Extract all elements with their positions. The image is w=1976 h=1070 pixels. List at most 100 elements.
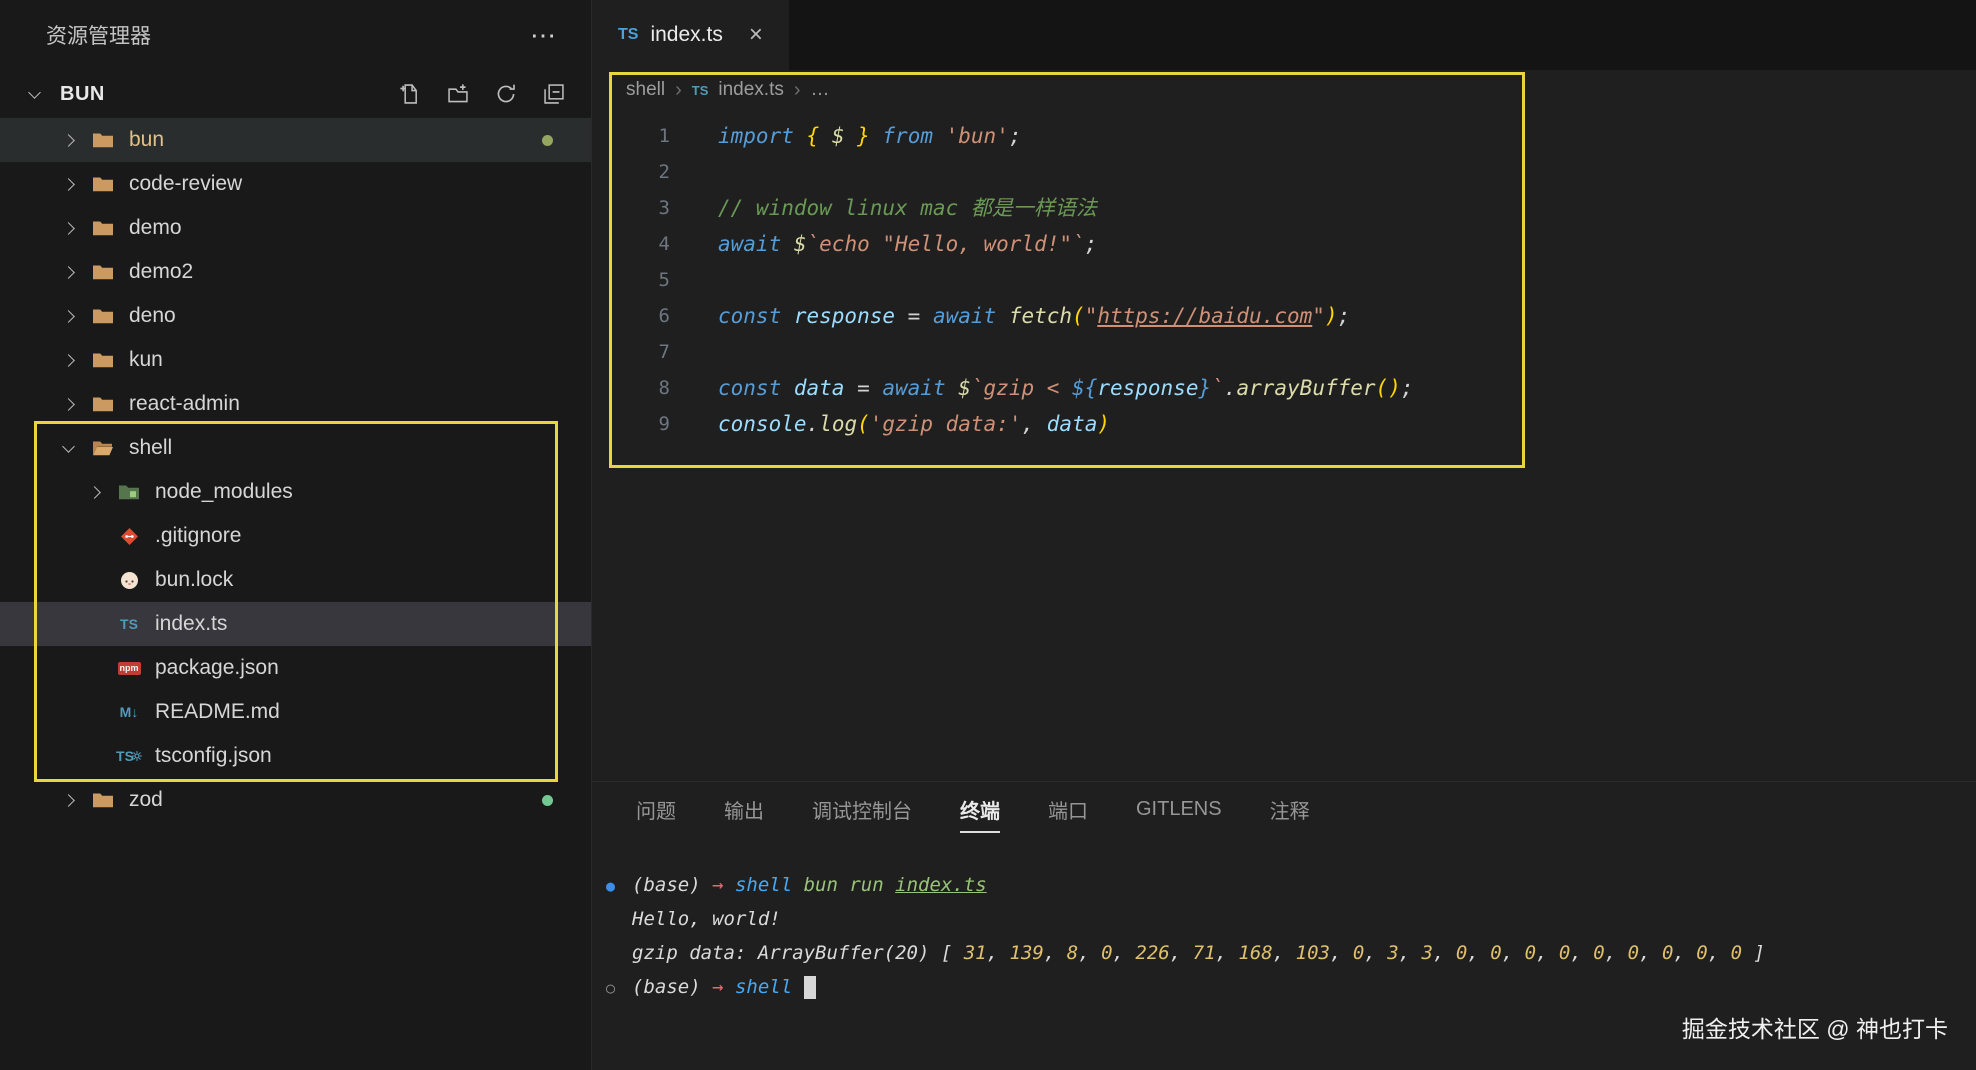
folder-icon <box>86 219 120 237</box>
git-status-dot <box>542 794 553 806</box>
breadcrumb-item[interactable]: … <box>811 79 830 101</box>
tree-item-label: bun.lock <box>155 568 234 591</box>
panel-tab-终端[interactable]: 终端 <box>960 795 1000 833</box>
chevron-right-icon <box>50 265 86 279</box>
panel-tab-问题[interactable]: 问题 <box>636 795 676 833</box>
collapse-all-icon[interactable] <box>543 83 565 105</box>
tree-item-package.json[interactable]: npm package.json <box>0 646 591 690</box>
tree-item-label: tsconfig.json <box>155 744 272 767</box>
panel-tab-GITLENS[interactable]: GITLENS <box>1136 798 1222 830</box>
line-number: 4 <box>658 233 670 255</box>
code-line: 6 const response = await fetch("https://b… <box>592 298 1976 334</box>
breadcrumb-item[interactable]: index.ts <box>718 79 783 101</box>
tree-item-node_modules[interactable]: node_modules <box>0 470 591 514</box>
git-status-dot <box>542 134 553 146</box>
more-actions-icon[interactable]: ⋯ <box>530 20 559 51</box>
folder-icon <box>86 263 120 281</box>
bun-icon <box>112 571 146 590</box>
chevron-right-icon <box>50 793 86 807</box>
tree-item-deno[interactable]: deno <box>0 294 591 338</box>
chevron-down-icon <box>16 85 52 99</box>
ts-gear-icon: TS <box>112 748 146 764</box>
tab-bar: TS index.ts × <box>592 0 1976 70</box>
breadcrumb: shell › TS index.ts ›… <box>592 70 1976 110</box>
panel-tab-输出[interactable]: 输出 <box>724 795 764 833</box>
breadcrumb-separator: › <box>675 78 682 101</box>
code-text: await $`echo "Hello, world!"`; <box>718 232 1098 256</box>
workspace-section-header[interactable]: BUN <box>0 70 591 118</box>
code-text: const data = await $`gzip < ${response}`… <box>718 376 1414 400</box>
breadcrumb-item[interactable]: shell <box>626 79 665 101</box>
code-text: console.log('gzip data:', data) <box>718 412 1111 436</box>
file-tree: bun code-review demo demo2 deno kun react-admi… <box>0 118 591 1070</box>
terminal-line: ○ (base) → shell <box>606 970 1976 1004</box>
folder-open-icon <box>86 439 120 457</box>
tree-item-index.ts[interactable]: TS index.ts <box>0 602 591 646</box>
line-number: 9 <box>658 413 670 435</box>
tree-item-label: demo2 <box>129 260 194 283</box>
code-text: import { $ } from 'bun'; <box>718 124 1022 148</box>
git-icon <box>112 527 146 546</box>
terminal-line: ● (base) → shell bun run index.ts <box>606 874 987 896</box>
tree-item-.gitignore[interactable]: .gitignore <box>0 514 591 558</box>
terminal-line: gzip data: ArrayBuffer(20) [ 31, 139, 8,… <box>632 942 1765 964</box>
code-line: 3 // window linux mac 都是一样语法 <box>592 190 1976 226</box>
line-number: 8 <box>658 377 670 399</box>
chevron-down-icon <box>50 439 86 453</box>
tree-item-bun.lock[interactable]: bun.lock <box>0 558 591 602</box>
terminal[interactable]: ● (base) → shell bun run index.ts Hello, w… <box>592 846 1976 1004</box>
code-line: 9 console.log('gzip data:', data) <box>592 406 1976 442</box>
tree-item-code-review[interactable]: code-review <box>0 162 591 206</box>
folder-node-icon <box>112 483 146 501</box>
tree-item-bun[interactable]: bun <box>0 118 591 162</box>
terminal-line: Hello, world! <box>632 908 781 930</box>
line-number: 6 <box>658 305 670 327</box>
code-line: 8 const data = await $`gzip < ${response}… <box>592 370 1976 406</box>
tree-item-label: shell <box>129 436 173 459</box>
line-number: 7 <box>658 341 670 363</box>
tree-item-demo[interactable]: demo <box>0 206 591 250</box>
tab-index-ts[interactable]: TS index.ts × <box>592 0 789 70</box>
tree-item-README.md[interactable]: M↓ README.md <box>0 690 591 734</box>
tree-item-label: react-admin <box>129 392 240 415</box>
explorer-header: 资源管理器 ⋯ <box>0 0 591 70</box>
folder-icon <box>86 307 120 325</box>
panel-tab-注释[interactable]: 注释 <box>1270 795 1310 833</box>
tree-item-label: kun <box>129 348 163 371</box>
tree-item-react-admin[interactable]: react-admin <box>0 382 591 426</box>
chevron-right-icon <box>50 309 86 323</box>
tree-item-label: code-review <box>129 172 243 195</box>
watermark: 掘金技术社区 @ 神也打卡 <box>1681 1016 1948 1042</box>
line-number: 3 <box>658 197 670 219</box>
tree-item-label: .gitignore <box>155 524 242 547</box>
tree-item-shell[interactable]: shell <box>0 426 591 470</box>
code-line: 4 await $`echo "Hello, world!"`; <box>592 226 1976 262</box>
tree-item-label: demo <box>129 216 182 239</box>
tree-item-demo2[interactable]: demo2 <box>0 250 591 294</box>
chevron-right-icon <box>50 397 86 411</box>
chevron-right-icon <box>50 353 86 367</box>
new-file-icon[interactable] <box>399 83 421 105</box>
panel-tab-调试控制台[interactable]: 调试控制台 <box>812 795 912 833</box>
code-text: const response = await fetch("https://ba… <box>718 304 1351 328</box>
new-folder-icon[interactable] <box>447 83 469 105</box>
tree-item-label: index.ts <box>155 612 228 635</box>
tree-item-zod[interactable]: zod <box>0 778 591 822</box>
code-area[interactable]: 1 import { $ } from 'bun'; 2 3 // window lin… <box>592 110 1976 781</box>
tree-item-tsconfig.json[interactable]: TS tsconfig.json <box>0 734 591 778</box>
code-line: 1 import { $ } from 'bun'; <box>592 118 1976 154</box>
chevron-right-icon <box>50 221 86 235</box>
folder-icon <box>86 131 120 149</box>
md-icon: M↓ <box>119 704 139 720</box>
refresh-icon[interactable] <box>495 83 517 105</box>
panel-tab-端口[interactable]: 端口 <box>1048 795 1088 833</box>
tree-item-label: package.json <box>155 656 279 679</box>
close-icon[interactable]: × <box>749 21 763 49</box>
vscode-window: 资源管理器 ⋯ BUN bun code-review demo demo2 d… <box>0 0 1976 1070</box>
chevron-right-icon <box>50 177 86 191</box>
tree-item-label: node_modules <box>155 480 293 503</box>
tree-item-kun[interactable]: kun <box>0 338 591 382</box>
panel-tabs: 问题 输出 调试控制台 终端 端口 GITLENS 注释 <box>592 782 1976 846</box>
breadcrumb-separator: › <box>793 78 801 101</box>
code-text: // window linux mac 都是一样语法 <box>718 196 1097 220</box>
